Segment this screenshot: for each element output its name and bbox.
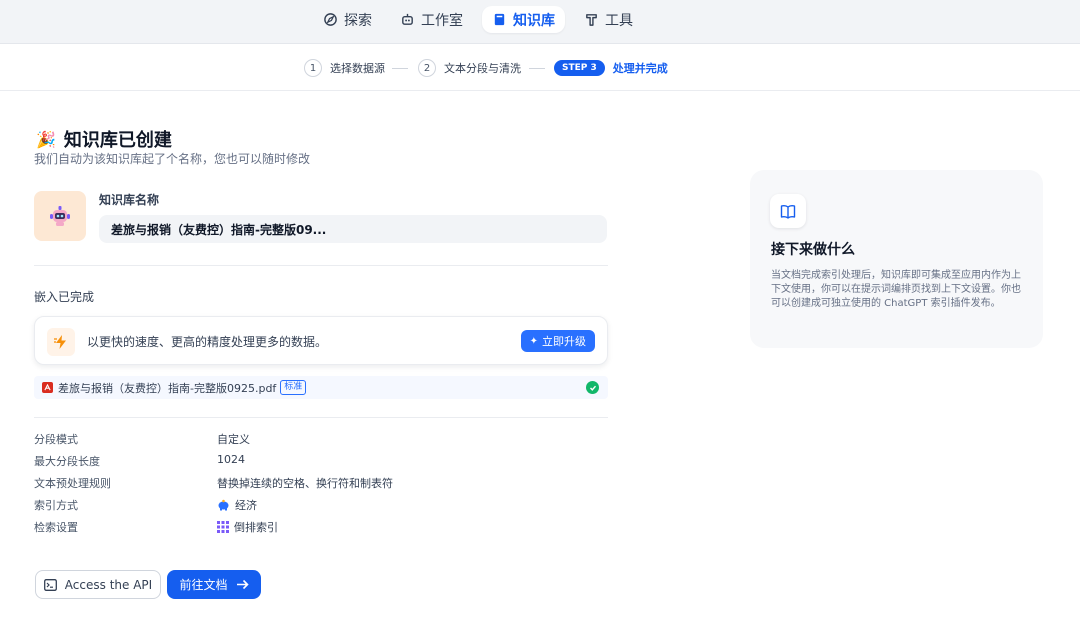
setting-value: 1024 <box>217 453 245 466</box>
nav-tools[interactable]: 工具 <box>574 6 643 33</box>
kb-name-label: 知识库名称 <box>99 193 160 207</box>
divider <box>34 417 608 418</box>
upgrade-text: 以更快的速度、更高的精度处理更多的数据。 <box>87 335 328 349</box>
upgrade-card: 以更快的速度、更高的精度处理更多的数据。 ✦ 立即升级 <box>34 316 608 365</box>
piggy-bank-icon <box>218 499 229 511</box>
nav-studio-label: 工作室 <box>421 12 463 29</box>
next-steps-title: 接下来做什么 <box>771 242 855 258</box>
compass-icon <box>324 13 337 26</box>
step-separator <box>529 68 545 69</box>
next-steps-text: 当文档完成索引处理后，知识库即可集成至应用内作为上下文使用，你可以在提示词编排页… <box>771 270 1021 309</box>
sparkle-icon: ✦ <box>529 335 538 347</box>
setting-key: 最大分段长度 <box>34 455 100 468</box>
robot-icon <box>402 13 413 25</box>
robot-avatar-icon <box>50 206 70 226</box>
page-title-text: 知识库已创建 <box>63 130 172 151</box>
lightning-icon <box>47 328 75 356</box>
file-mode-badge: 标准 <box>280 380 307 395</box>
step-separator <box>392 68 408 69</box>
step-3-label: 处理并完成 <box>612 62 668 75</box>
nav-knowledge[interactable]: 知识库 <box>482 6 565 33</box>
step-1-label: 选择数据源 <box>330 62 385 75</box>
kb-avatar[interactable] <box>34 191 86 241</box>
go-to-docs-label: 前往文档 <box>179 578 228 592</box>
nav-knowledge-label: 知识库 <box>513 12 555 29</box>
setting-value: 替换掉连续的空格、换行符和制表符 <box>217 477 393 490</box>
upgrade-button-label: 立即升级 <box>542 335 586 348</box>
embed-status-title: 嵌入已完成 <box>34 290 95 304</box>
book-icon <box>494 13 505 26</box>
check-circle-icon <box>586 381 599 394</box>
nav-explore-label: 探索 <box>344 12 372 29</box>
page-title: 🎉 知识库已创建 <box>36 126 172 152</box>
nav-studio[interactable]: 工作室 <box>390 6 473 33</box>
kb-name-input[interactable]: 差旅与报销（友费控）指南-完整版09... <box>99 215 607 243</box>
stepper: 1 选择数据源 2 文本分段与清洗 STEP 3 处理并完成 <box>0 45 1080 91</box>
next-steps-panel: 接下来做什么 当文档完成索引处理后，知识库即可集成至应用内作为上下文使用，你可以… <box>750 170 1043 348</box>
setting-key: 分段模式 <box>34 433 78 446</box>
file-name: 差旅与报销（友费控）指南-完整版0925.pdf <box>58 381 277 395</box>
arrow-right-icon <box>236 579 249 590</box>
page-subtitle: 我们自动为该知识库起了个名称，您也可以随时修改 <box>34 152 311 166</box>
step-3-pill: STEP 3 <box>554 60 605 76</box>
open-book-icon <box>770 194 806 228</box>
pdf-file-icon <box>42 382 53 393</box>
setting-value: 倒排索引 <box>234 521 278 534</box>
setting-value: 经济 <box>235 499 257 512</box>
access-api-button[interactable]: Access the API <box>35 570 161 599</box>
file-row[interactable]: 差旅与报销（友费控）指南-完整版0925.pdf 标准 <box>34 376 608 399</box>
step-1: 1 选择数据源 <box>304 58 385 78</box>
access-api-label: Access the API <box>64 577 153 592</box>
nav-tools-label: 工具 <box>605 12 633 29</box>
grid-icon <box>217 521 229 533</box>
go-to-docs-button[interactable]: 前往文档 <box>167 570 261 599</box>
setting-value-row: 经济 <box>217 497 257 513</box>
setting-value: 自定义 <box>217 433 250 446</box>
step-2-label: 文本分段与清洗 <box>444 62 521 75</box>
nav-explore[interactable]: 探索 <box>313 6 382 33</box>
step-2-number: 2 <box>418 59 436 77</box>
step-3: STEP 3 处理并完成 <box>554 58 668 78</box>
divider <box>34 265 608 266</box>
upgrade-button[interactable]: ✦ 立即升级 <box>520 330 595 352</box>
setting-key: 索引方式 <box>34 499 78 512</box>
party-emoji-icon: 🎉 <box>36 129 56 149</box>
step-2: 2 文本分段与清洗 <box>418 58 521 78</box>
setting-key: 文本预处理规则 <box>34 477 111 490</box>
step-1-number: 1 <box>304 59 322 77</box>
top-navigation: 探索 工作室 知识库 工具 <box>0 0 1080 44</box>
terminal-icon <box>43 578 57 591</box>
setting-key: 检索设置 <box>34 521 78 534</box>
setting-value-row: 倒排索引 <box>217 519 278 535</box>
hammer-icon <box>586 14 597 26</box>
